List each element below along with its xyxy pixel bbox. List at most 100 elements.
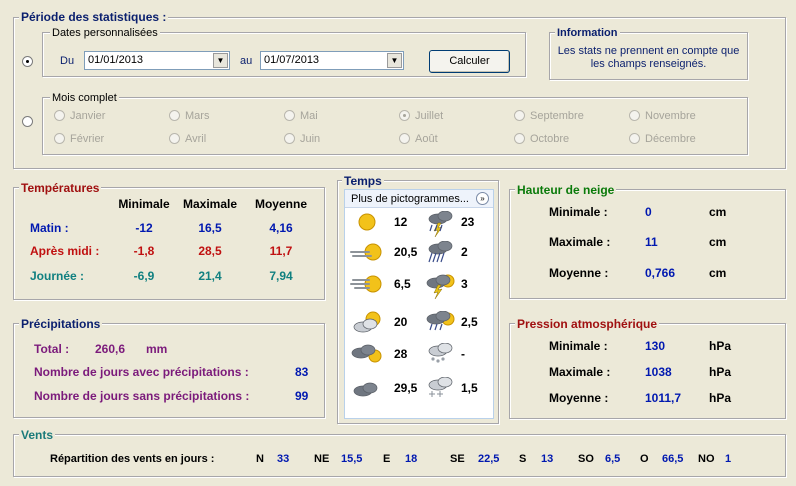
precip-avec-value: 83 [295, 365, 309, 379]
date-from-value: 01/01/2013 [88, 54, 144, 66]
month-radio-août[interactable] [399, 133, 410, 144]
precip-total-label: Total : [34, 342, 70, 356]
temp-row-matin-moy: 4,16 [269, 221, 293, 235]
month-radio-mai[interactable] [284, 110, 295, 121]
periode-title: Période des statistiques : [19, 10, 169, 24]
month-label: Août [415, 133, 438, 145]
temp-header-min: Minimale [118, 197, 170, 211]
month-radio-octobre[interactable] [514, 133, 525, 144]
date-to-combo[interactable]: 01/07/2013 ▼ [260, 51, 404, 70]
neige-stat-label: Maximale : [549, 235, 611, 249]
wind-direction: O [640, 453, 649, 465]
dates-perso-legend: Dates personnalisées [50, 26, 160, 40]
precip-total-unit: mm [146, 342, 168, 356]
month-radio-avril[interactable] [169, 133, 180, 144]
month-label: Octobre [530, 133, 570, 145]
weather-count: 28 [394, 347, 408, 361]
radio-mois-complet[interactable] [22, 116, 33, 127]
month-radio-septembre[interactable] [514, 110, 525, 121]
pression-stat-unit: hPa [709, 365, 732, 379]
month-radio-juillet[interactable] [399, 110, 410, 121]
weather-count: 23 [461, 215, 475, 229]
information-text-1: Les stats ne prennent en compte que [557, 45, 740, 57]
wind-days-value: 13 [541, 453, 554, 465]
month-radio-février[interactable] [54, 133, 65, 144]
month-label: Novembre [645, 110, 696, 122]
mois-complet-frame [42, 97, 748, 155]
month-label: Septembre [530, 110, 584, 122]
wind-direction: SO [578, 453, 594, 465]
wind-days-value: 33 [277, 453, 290, 465]
month-label: Avril [185, 133, 207, 145]
weather-count: 6,5 [394, 277, 411, 291]
temp-row-journee-label: Journée : [30, 269, 85, 283]
temp-row-matin-max: 16,5 [198, 221, 222, 235]
precipitations-legend: Précipitations [19, 317, 103, 331]
month-label: Mars [185, 110, 210, 122]
temp-row-aprem-moy: 11,7 [269, 244, 293, 258]
month-label: Juin [300, 133, 321, 145]
pression-stat-unit: hPa [709, 339, 732, 353]
wind-days-value: 18 [405, 453, 418, 465]
month-label: Janvier [70, 110, 106, 122]
neige-stat-label: Moyenne : [549, 266, 609, 280]
temp-row-journee-min: -6,9 [133, 269, 155, 283]
neige-stat-value: 11 [645, 235, 658, 249]
wind-days-value: 15,5 [341, 453, 363, 465]
precip-avec-label: Nombre de jours avec précipitations : [34, 365, 249, 379]
temp-row-aprem-max: 28,5 [198, 244, 222, 258]
temps-legend: Temps [342, 174, 384, 188]
weather-count: - [461, 347, 465, 361]
sun-haze-icon [349, 273, 385, 295]
du-label: Du [60, 55, 75, 67]
month-radio-janvier[interactable] [54, 110, 65, 121]
heavy-rain-icon [424, 240, 460, 263]
precip-total-value: 260,6 [95, 342, 126, 356]
information-legend: Information [555, 26, 620, 40]
information-text-2: les champs renseignés. [590, 58, 707, 70]
month-label: Mai [300, 110, 318, 122]
month-radio-novembre[interactable] [629, 110, 640, 121]
pression-stat-value: 1038 [645, 365, 672, 379]
neige-stat-unit: cm [709, 266, 727, 280]
weather-count: 1,5 [461, 381, 478, 395]
temp-row-journee-max: 21,4 [198, 269, 222, 283]
chevron-down-icon[interactable]: ▼ [387, 53, 402, 68]
month-radio-mars[interactable] [169, 110, 180, 121]
storm-sun-icon [424, 273, 460, 300]
pression-stat-value: 1011,7 [645, 391, 682, 405]
temperatures-legend: Températures [19, 181, 102, 195]
wind-days-value: 22,5 [478, 453, 500, 465]
month-label: Juillet [415, 110, 444, 122]
date-to-value: 01/07/2013 [264, 54, 320, 66]
temp-header-max: Maximale [182, 197, 238, 211]
chevron-down-icon[interactable]: » [476, 192, 489, 205]
chevron-down-icon[interactable]: ▼ [213, 53, 228, 68]
precip-sans-label: Nombre de jours sans précipitations : [34, 389, 250, 403]
pression-stat-label: Minimale : [549, 339, 608, 353]
wind-direction: E [383, 453, 391, 465]
pictogram-dropdown[interactable]: Plus de pictogrammes... » [345, 190, 493, 208]
overcast-icon [349, 377, 385, 399]
weather-count: 12 [394, 215, 408, 229]
weather-count: 29,5 [394, 381, 418, 395]
wind-direction: N [256, 453, 264, 465]
temp-row-matin-min: -12 [135, 221, 153, 235]
neige-stat-unit: cm [709, 235, 727, 249]
radio-dates-perso[interactable] [22, 56, 33, 67]
neige-stat-label: Minimale : [549, 205, 608, 219]
wind-days-value: 1 [725, 453, 732, 465]
weather-count: 2 [461, 245, 468, 259]
month-label: Février [70, 133, 105, 145]
temp-row-matin-label: Matin : [30, 221, 69, 235]
date-from-combo[interactable]: 01/01/2013 ▼ [84, 51, 230, 70]
neige-stat-value: 0,766 [645, 266, 676, 280]
snow-icon [424, 376, 460, 399]
month-radio-juin[interactable] [284, 133, 295, 144]
au-label: au [240, 55, 253, 67]
pression-stat-label: Maximale : [549, 365, 611, 379]
pictogram-dropdown-label: Plus de pictogrammes... [351, 193, 469, 205]
calculer-button[interactable]: Calculer [429, 50, 510, 73]
month-radio-décembre[interactable] [629, 133, 640, 144]
temp-row-journee-moy: 7,94 [269, 269, 293, 283]
